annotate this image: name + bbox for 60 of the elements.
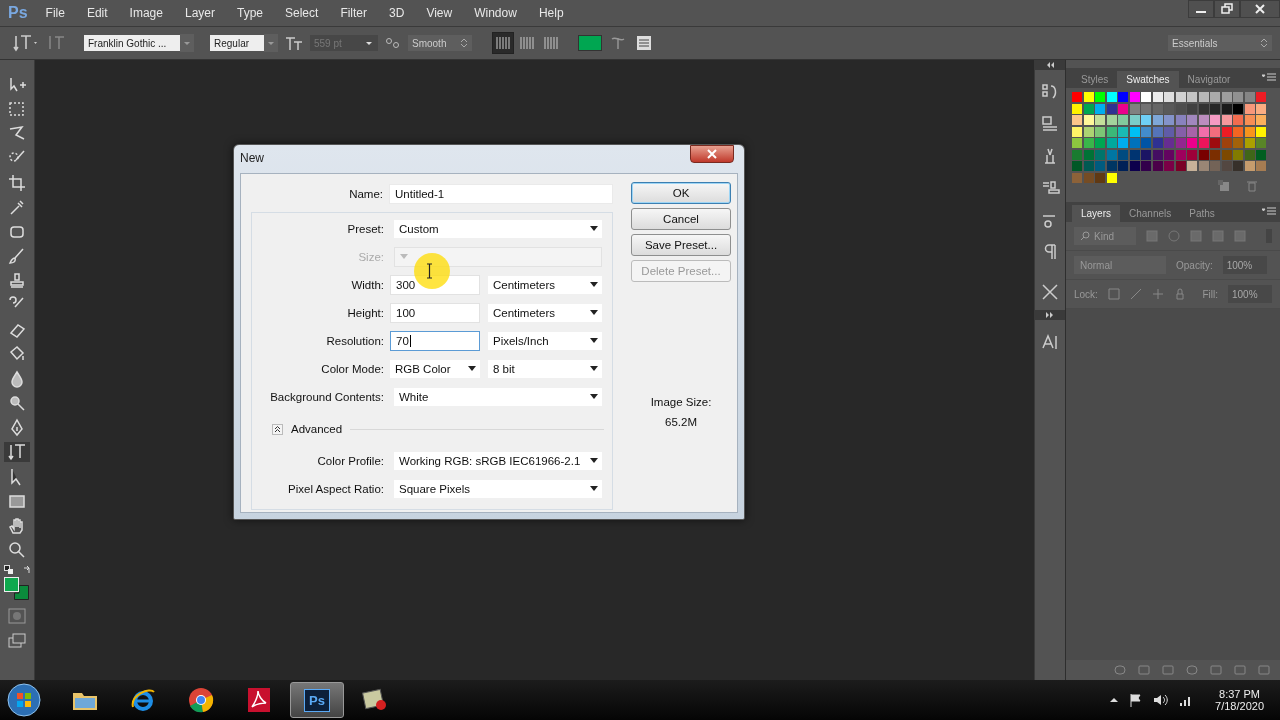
dropdown[interactable]: Custom [394,220,602,238]
lock-label: Lock: [1074,288,1098,300]
opacity-label: Opacity: [1176,259,1213,271]
field-label: Pixel Aspect Ratio: [287,483,385,495]
number-field[interactable]: 70 [390,331,480,351]
unit-dropdown[interactable]: Centimeters [488,276,602,294]
dropdown[interactable]: Square Pixels [394,480,602,498]
section-label[interactable]: Advanced [291,423,343,435]
menu-item[interactable]: Window [474,6,517,20]
menu-item[interactable]: Image [129,6,163,20]
clock-time[interactable]: 8:37 PM [1219,688,1260,700]
photoshop-icon: Ps [304,688,330,712]
image-size-label: Image Size: [650,396,712,408]
menu-item[interactable]: Edit [86,6,108,20]
taskbar-app[interactable]: Ps [290,682,344,718]
menu-item[interactable]: Filter [340,6,368,20]
field-label: Preset: [346,223,385,235]
field-label: Color Mode: [320,363,385,375]
unit-dropdown[interactable]: Centimeters [488,304,602,322]
font-style-field[interactable]: Regular [210,35,264,51]
menu-item[interactable]: Select [285,6,319,20]
unit-dropdown[interactable]: Pixels/Inch [488,332,602,350]
field-label: Background Contents: [269,391,385,403]
panel-tab[interactable]: Swatches [1117,71,1179,88]
field-label: Height: [346,307,385,319]
dialog-button[interactable]: Cancel [631,208,731,230]
panel-tab[interactable]: Styles [1072,71,1118,88]
workspace-dropdown[interactable]: Essentials [1168,35,1272,51]
field-label: Resolution: [325,335,385,347]
panel-tab[interactable]: Channels [1120,205,1181,222]
field-label: Name: [348,188,384,200]
fill-label: Fill: [1202,288,1218,300]
name-field[interactable]: Untitled-1 [389,184,613,204]
menu-item[interactable]: File [45,6,65,20]
dialog-title: New [240,151,264,165]
clock-date[interactable]: 7/18/2020 [1215,700,1264,712]
menu-item[interactable]: View [426,6,453,20]
dialog-button[interactable]: Save Preset... [631,234,731,256]
panel-tab[interactable]: Paths [1180,205,1224,222]
menu-item[interactable]: Help [538,6,564,20]
dropdown[interactable]: Working RGB: sRGB IEC61966-2.1 [394,452,602,470]
number-field[interactable]: 100 [390,303,480,323]
field-label: Width: [350,279,385,291]
image-size-value: 65.2M [665,416,697,428]
dropdown[interactable]: White [394,388,602,406]
panel-tab[interactable]: Navigator [1178,71,1240,88]
panel-tab[interactable]: Layers [1072,205,1120,222]
field-label: Color Profile: [316,455,385,467]
menu-item[interactable]: 3D [389,6,405,20]
menu-item[interactable]: Layer [184,6,215,20]
mode-dropdown[interactable]: RGB Color [390,360,480,378]
field-label: Size: [357,251,385,263]
font-family-field[interactable]: Franklin Gothic ... [84,35,180,51]
dialog-button[interactable]: OK [631,182,731,204]
anti-alias-dropdown[interactable]: Smooth [408,35,472,51]
fill-field[interactable]: 100% [1228,285,1272,303]
bit-depth-dropdown[interactable]: 8 bit [488,360,602,378]
menu-item[interactable]: Type [237,6,263,20]
opacity-field[interactable]: 100% [1222,256,1267,274]
app-logo: Ps [8,4,28,22]
